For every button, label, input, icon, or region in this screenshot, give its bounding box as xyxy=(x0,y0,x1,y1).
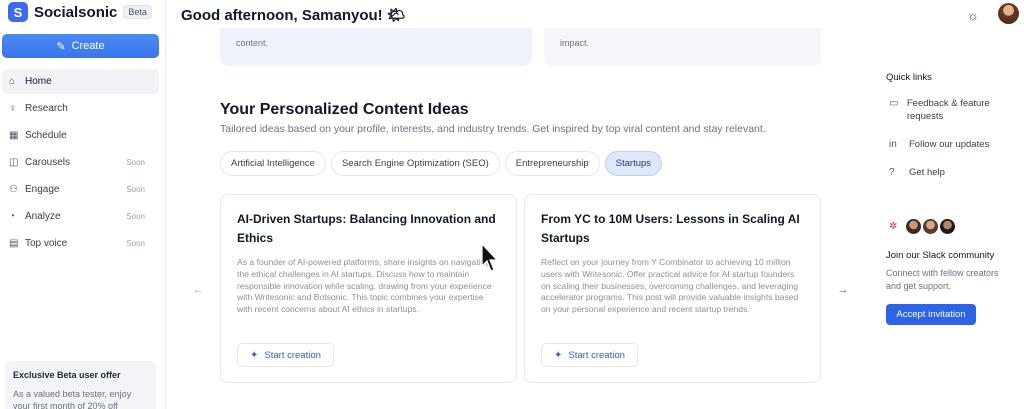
create-button[interactable]: ✎ Create xyxy=(2,34,159,58)
soon-badge: Soon xyxy=(126,158,145,167)
chart-pie-icon: ◔ xyxy=(9,211,16,222)
beta-badge: Beta xyxy=(123,5,152,19)
linkedin-icon: in xyxy=(889,139,897,150)
tab-startups[interactable]: Startups xyxy=(604,151,663,176)
sidebar-item-label: Engage xyxy=(25,184,60,195)
beta-offer-card: Exclusive Beta user offer As a valued be… xyxy=(5,361,156,409)
accept-invitation-button[interactable]: Accept invitation xyxy=(886,304,976,325)
sidebar-item-label: Analyze xyxy=(25,211,61,222)
sun-icon[interactable]: ☼ xyxy=(964,6,982,24)
slack-community-avatars: ✲ xyxy=(889,218,956,235)
avatar xyxy=(905,218,922,235)
feedback-icon: ▭ xyxy=(889,98,899,109)
arrow-left-icon[interactable]: ← xyxy=(190,282,206,298)
topic-tabs: Artificial Intelligence Search Engine Op… xyxy=(220,151,663,176)
sidebar-nav: ⌂ Home ♀ Research ▦ Schedule ◫ Carousels… xyxy=(2,69,159,258)
tab-artificial-intelligence[interactable]: Artificial Intelligence xyxy=(220,151,326,176)
sidebar: S Socialsonic Beta ✎ Create ⌂ Home ♀ Res… xyxy=(0,0,166,409)
slack-title: Join our Slack community xyxy=(886,250,995,261)
start-creation-button[interactable]: ✦ Start creation xyxy=(237,343,334,367)
users-icon: ⚇ xyxy=(9,184,18,195)
idea-card-title: From YC to 10M Users: Lessons in Scaling… xyxy=(541,212,800,245)
sidebar-item-schedule[interactable]: ▦ Schedule xyxy=(2,123,159,148)
id-card-icon: ▤ xyxy=(9,238,19,249)
bulb-icon: ♀ xyxy=(9,103,17,114)
sidebar-item-carousels[interactable]: ◫ Carousels Soon xyxy=(2,150,159,175)
start-creation-label: Start creation xyxy=(264,349,321,361)
idea-card-title: AI-Driven Startups: Balancing Innovation… xyxy=(237,212,496,245)
home-icon: ⌂ xyxy=(9,76,16,87)
beta-offer-desc: As a valued beta tester, enjoy your firs… xyxy=(13,389,132,409)
start-creation-label: Start creation xyxy=(568,349,625,361)
sidebar-item-label: Schedule xyxy=(25,130,67,141)
socialsonic-logo-icon: S xyxy=(8,2,28,22)
sidebar-item-analyze[interactable]: ◔ Analyze Soon xyxy=(2,204,159,229)
avatar xyxy=(922,218,939,235)
info-card: impact. xyxy=(544,28,821,66)
quick-links-title: Quick links xyxy=(886,72,932,83)
quick-link-feedback[interactable]: ▭ Feedback & feature requests xyxy=(889,97,1009,123)
soon-badge: Soon xyxy=(126,185,145,194)
info-card-text: impact. xyxy=(560,38,590,48)
quick-link-label: Get help xyxy=(909,167,945,178)
carousel-icon: ◫ xyxy=(9,157,19,168)
idea-card[interactable]: AI-Driven Startups: Balancing Innovation… xyxy=(220,194,517,383)
sidebar-item-home[interactable]: ⌂ Home xyxy=(2,69,159,94)
mouse-cursor-icon xyxy=(481,243,499,272)
sparkle-icon: ✦ xyxy=(554,349,563,361)
idea-card-desc: As a founder of AI-powered platforms, sh… xyxy=(237,257,492,315)
beta-offer-title: Exclusive Beta user offer xyxy=(13,370,121,380)
page-title: Good afternoon, Samanyou! 🌤 xyxy=(181,7,406,24)
section-title: Your Personalized Content Ideas xyxy=(220,101,469,118)
quick-link-get-help[interactable]: ? Get help xyxy=(889,166,945,179)
sidebar-item-label: Carousels xyxy=(25,157,71,168)
create-button-label: Create xyxy=(71,40,105,52)
arrow-right-icon[interactable]: → xyxy=(835,282,851,298)
quick-link-label: Feedback & feature requests xyxy=(906,98,990,122)
quick-link-label: Follow our updates xyxy=(909,139,990,150)
sidebar-item-top-voice[interactable]: ▤ Top voice Soon xyxy=(2,231,159,256)
slack-desc: Connect with fellow creators and get sup… xyxy=(886,268,999,291)
avatar xyxy=(939,218,956,235)
sidebar-item-engage[interactable]: ⚇ Engage Soon xyxy=(2,177,159,202)
sidebar-item-label: Top voice xyxy=(25,238,68,249)
tab-seo[interactable]: Search Engine Optimization (SEO) xyxy=(330,151,500,176)
brand[interactable]: S Socialsonic Beta xyxy=(8,2,152,22)
soon-badge: Soon xyxy=(126,212,145,221)
slack-icon: ✲ xyxy=(889,221,898,232)
info-card: content. xyxy=(220,28,532,66)
soon-badge: Soon xyxy=(126,239,145,248)
brand-name: Socialsonic xyxy=(34,3,118,21)
idea-card-desc: Reflect on your journey from Y Combinato… xyxy=(541,257,799,315)
idea-card[interactable]: From YC to 10M Users: Lessons in Scaling… xyxy=(524,194,821,383)
avatar[interactable] xyxy=(998,3,1019,24)
edit-icon: ✎ xyxy=(56,40,66,53)
quick-link-follow-updates[interactable]: in Follow our updates xyxy=(889,138,989,151)
start-creation-button[interactable]: ✦ Start creation xyxy=(541,343,638,367)
sidebar-item-label: Home xyxy=(25,76,52,87)
sidebar-item-research[interactable]: ♀ Research xyxy=(2,96,159,121)
section-subtitle: Tailored ideas based on your profile, in… xyxy=(220,123,766,135)
help-icon: ? xyxy=(889,167,895,178)
sparkle-icon: ✦ xyxy=(250,349,259,361)
tab-entrepreneurship[interactable]: Entrepreneurship xyxy=(504,151,600,176)
info-card-text: content. xyxy=(236,38,269,48)
sidebar-item-label: Research xyxy=(25,103,68,114)
calendar-icon: ▦ xyxy=(9,130,19,141)
